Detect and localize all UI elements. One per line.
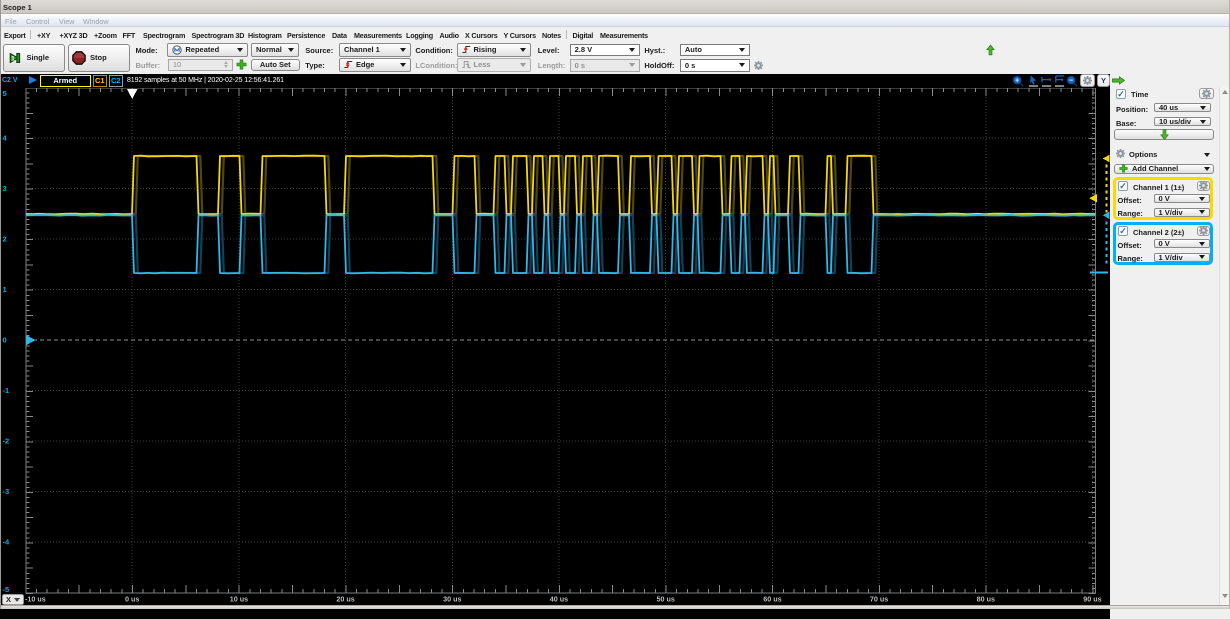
svg-text:90 us: 90 us xyxy=(1083,594,1101,603)
svg-text:40 us: 40 us xyxy=(550,594,568,603)
svg-text:1: 1 xyxy=(11,55,15,62)
svg-text:0: 0 xyxy=(3,335,7,344)
svg-text:-4: -4 xyxy=(3,537,10,546)
svg-text:30 us: 30 us xyxy=(443,594,461,603)
svg-text:X: X xyxy=(6,595,11,604)
svg-text:1: 1 xyxy=(3,284,7,293)
svg-text:-3: -3 xyxy=(3,487,10,496)
svg-text:80 us: 80 us xyxy=(977,594,995,603)
svg-text:2: 2 xyxy=(3,234,7,243)
svg-text:5: 5 xyxy=(3,89,7,98)
svg-text:0 us: 0 us xyxy=(125,594,139,603)
svg-text:-1: -1 xyxy=(3,386,10,395)
svg-text:3: 3 xyxy=(3,183,7,192)
svg-text:70 us: 70 us xyxy=(870,594,888,603)
svg-text:10 us: 10 us xyxy=(230,594,248,603)
svg-text:60 us: 60 us xyxy=(763,594,781,603)
svg-text:-10 us: -10 us xyxy=(25,594,46,603)
svg-text:-2: -2 xyxy=(3,436,10,445)
svg-text:50 us: 50 us xyxy=(657,594,675,603)
svg-text:-5: -5 xyxy=(3,585,10,594)
svg-text:20 us: 20 us xyxy=(336,594,354,603)
